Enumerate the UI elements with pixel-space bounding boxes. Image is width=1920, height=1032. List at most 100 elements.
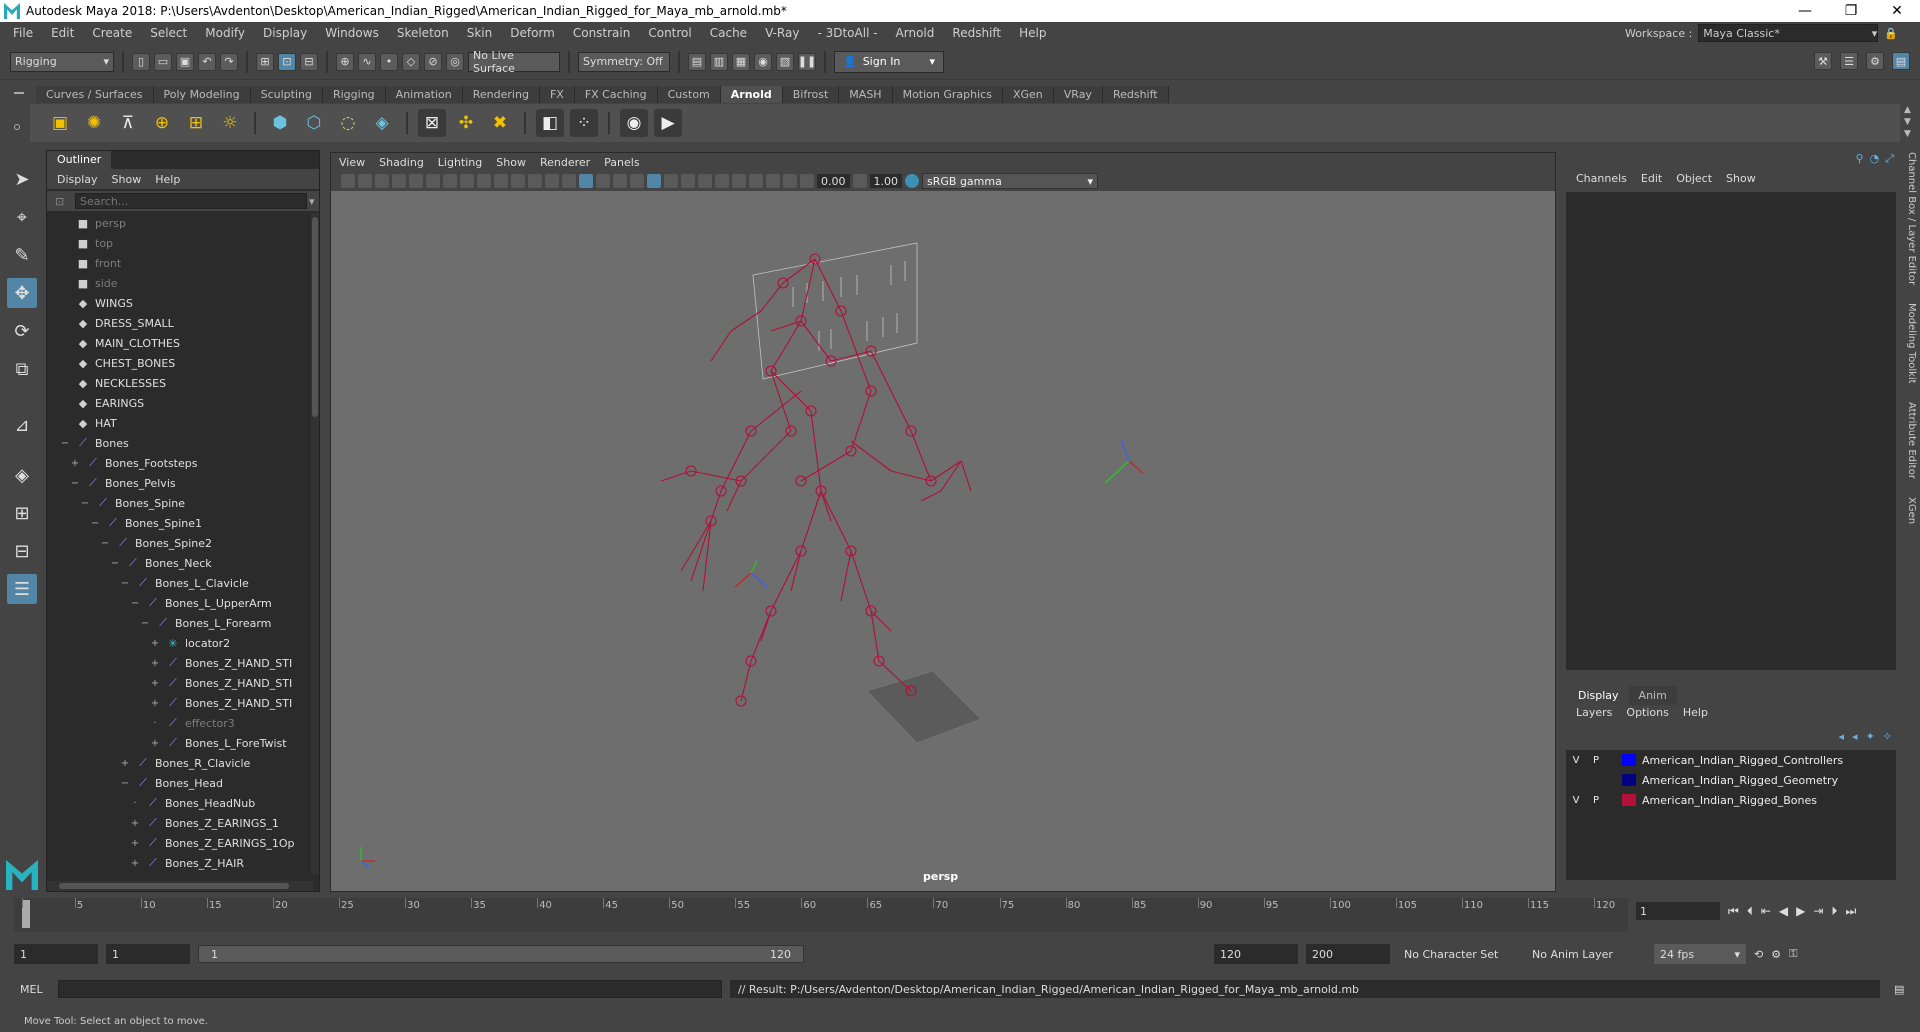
tx-manager-icon[interactable]: ⊠	[418, 109, 446, 137]
menu-item-redshift[interactable]: Redshift	[943, 26, 1010, 40]
shelf-tab-mash[interactable]: MASH	[839, 86, 893, 103]
textured-icon[interactable]	[613, 174, 627, 188]
viewport-menu-renderer[interactable]: Renderer	[540, 156, 590, 169]
depth-of-field-icon[interactable]	[715, 174, 729, 188]
outliner-item[interactable]: · ⟋ Bones_HeadNub	[47, 793, 313, 813]
outliner-item[interactable]: ■ front	[47, 253, 313, 273]
range-slider[interactable]: 1 120	[198, 945, 804, 963]
search-filter-icon[interactable]: ⊡	[55, 195, 64, 208]
layer-tab-anim[interactable]: Anim	[1628, 686, 1677, 705]
wireframe-on-shaded-icon[interactable]	[596, 174, 610, 188]
shadows-icon[interactable]	[647, 174, 661, 188]
expand-icon[interactable]: +	[129, 857, 141, 869]
scroll-thumb[interactable]	[312, 217, 318, 417]
shelf-tab-redshift[interactable]: Redshift	[1102, 86, 1169, 103]
shelf-tab-animation[interactable]: Animation	[385, 86, 463, 103]
shelf-tab-vray[interactable]: VRay	[1053, 86, 1103, 103]
expand-icon[interactable]: +	[119, 757, 131, 769]
layer-playback-toggle[interactable]: P	[1586, 755, 1606, 766]
layer-row[interactable]: American_Indian_Rigged_Geometry	[1566, 770, 1896, 790]
gamma-icon[interactable]	[852, 174, 867, 188]
expand-icon[interactable]: +	[129, 837, 141, 849]
lights-icon[interactable]	[630, 174, 644, 188]
gate-mask-icon[interactable]	[494, 174, 508, 188]
outliner-item[interactable]: ◆ MAIN_CLOTHES	[47, 333, 313, 353]
manipulator-icon[interactable]: ⚲	[1856, 152, 1864, 166]
layer-row[interactable]: V P American_Indian_Rigged_Controllers	[1566, 750, 1896, 770]
persp-outliner-layout-icon[interactable]: ⊟	[7, 536, 37, 566]
physical-sky-icon[interactable]: ☼	[216, 109, 244, 137]
render-icon[interactable]: ◧	[536, 109, 564, 137]
viewport-menu-panels[interactable]: Panels	[604, 156, 639, 169]
live-surface-field[interactable]: No Live Surface	[468, 49, 560, 75]
outliner-item[interactable]: ◆ WINGS	[47, 293, 313, 313]
ipr-icon[interactable]: ⁘	[570, 109, 598, 137]
photometric-light-icon[interactable]: ⊼	[114, 109, 142, 137]
move-layer-up-icon[interactable]: ◂	[1839, 730, 1845, 743]
shelf-tab-rendering[interactable]: Rendering	[462, 86, 540, 103]
expand-icon[interactable]: +	[149, 637, 161, 649]
current-frame-marker[interactable]	[22, 900, 30, 928]
resolution-gate-icon[interactable]	[477, 174, 491, 188]
film-gate-icon[interactable]	[460, 174, 474, 188]
outliner-menu-display[interactable]: Display	[57, 173, 98, 186]
side-tab[interactable]: XGen	[1906, 497, 1917, 524]
texture-manager-icon[interactable]: ◈	[368, 109, 396, 137]
shelf-tab-custom[interactable]: Custom	[657, 86, 721, 103]
color-space-dropdown[interactable]: sRGB gamma ▾	[922, 173, 1098, 189]
modeling-toolkit-toggle-icon[interactable]: ⚒	[1814, 52, 1832, 70]
script-editor-icon[interactable]: ▤	[1894, 983, 1904, 996]
outliner-item[interactable]: − ⟋ Bones_Head	[47, 773, 313, 793]
open-scene-icon[interactable]: ▭	[154, 52, 172, 71]
bookmarks-icon[interactable]	[375, 174, 389, 188]
2d-pan-zoom-icon[interactable]	[409, 174, 423, 188]
fps-dropdown[interactable]: 24 fps ▾	[1654, 944, 1746, 964]
license-manager-icon[interactable]: ✖	[486, 109, 514, 137]
last-tool-icon[interactable]: ⊿	[7, 410, 37, 440]
hyper-icon[interactable]: ⤢	[1885, 152, 1894, 166]
outliner-item[interactable]: ◆ NECKLESSES	[47, 373, 313, 393]
select-tool-icon[interactable]: ➤	[7, 164, 37, 194]
volume-icon[interactable]: ◌	[334, 109, 362, 137]
tree-leaf-icon[interactable]: ·	[129, 797, 141, 809]
shelf-tab-sculpting[interactable]: Sculpting	[250, 86, 323, 103]
outliner-item[interactable]: ■ side	[47, 273, 313, 293]
step-forward-icon[interactable]: ⏵	[1831, 904, 1837, 919]
light-portal-icon[interactable]: ⊞	[182, 109, 210, 137]
channel-box-menu-show[interactable]: Show	[1726, 172, 1756, 185]
antialiasing-icon[interactable]	[698, 174, 712, 188]
channel-box-toggle-icon[interactable]: ▤	[1892, 52, 1910, 70]
animation-end-field[interactable]: 200	[1306, 944, 1390, 964]
outliner-menu-show[interactable]: Show	[112, 173, 142, 186]
expand-icon[interactable]: +	[129, 817, 141, 829]
symmetry-dropdown[interactable]: Symmetry: Off	[578, 51, 670, 72]
outliner-item[interactable]: − ⟋ Bones_L_Forearm	[47, 613, 313, 633]
shelf-tab-curves-surfaces[interactable]: Curves / Surfaces	[36, 86, 154, 103]
lasso-tool-icon[interactable]: ⌖	[7, 202, 37, 232]
viewport-menu-view[interactable]: View	[339, 156, 365, 169]
outliner-item[interactable]: ◆ DRESS_SMALL	[47, 313, 313, 333]
layer-color-swatch[interactable]	[1622, 794, 1636, 806]
collapse-icon[interactable]: −	[59, 437, 71, 449]
outliner-item[interactable]: − ⟋ Bones_L_UpperArm	[47, 593, 313, 613]
ipr-render-icon[interactable]: ▥	[710, 52, 728, 71]
select-hierarchy-icon[interactable]: ⊞	[256, 52, 274, 71]
export-standin-icon[interactable]: ⬡	[300, 109, 328, 137]
paint-select-tool-icon[interactable]: ✎	[7, 240, 37, 270]
skydome-light-icon[interactable]: ⊕	[148, 109, 176, 137]
sign-in-button[interactable]: 👤 Sign In ▾	[834, 50, 944, 73]
collapse-icon[interactable]: −	[139, 617, 151, 629]
layer-color-swatch[interactable]	[1622, 774, 1636, 786]
layer-color-swatch[interactable]	[1622, 754, 1636, 766]
outliner-search-input[interactable]	[75, 193, 307, 209]
viewport-menu-shading[interactable]: Shading	[379, 156, 424, 169]
current-frame-field[interactable]: 1	[1636, 902, 1720, 920]
layer-menu-layers[interactable]: Layers	[1576, 706, 1612, 719]
collapse-icon[interactable]: −	[119, 577, 131, 589]
outliner-item[interactable]: ■ persp	[47, 213, 313, 233]
exposure-field[interactable]: 0.00	[817, 174, 850, 188]
outliner-item[interactable]: + ⟋ Bones_Z_EARINGS_1Op	[47, 833, 313, 853]
four-view-layout-icon[interactable]: ⊞	[7, 498, 37, 528]
outliner-vertical-scrollbar[interactable]	[311, 213, 319, 875]
side-tab[interactable]: Channel Box / Layer Editor	[1906, 152, 1917, 285]
